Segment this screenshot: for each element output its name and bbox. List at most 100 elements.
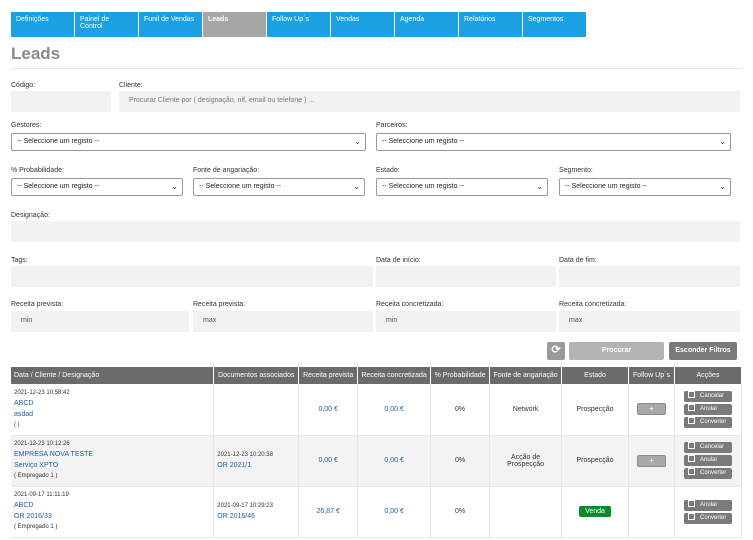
row-date: 2021-09-17 11:11:19 <box>14 492 69 498</box>
chevron-down-icon: ⌄ <box>354 137 361 146</box>
row-fonte <box>489 486 563 538</box>
col-header-documentos[interactable]: Documentos associados <box>213 367 300 384</box>
parceiros-value: -- Seleccione um registo -- <box>382 138 465 145</box>
col-header-fonte[interactable]: Fonte de angariação <box>489 367 563 384</box>
refresh-button[interactable]: ⟳ <box>547 342 565 360</box>
tab-definicoes[interactable]: Definições <box>11 12 75 37</box>
row-doc-date: 2021-09-17 10:29:23 <box>217 502 273 509</box>
receita-prevista-min-input[interactable]: min <box>11 311 189 332</box>
parceiros-select[interactable]: -- Seleccione um registo -- ⌄ <box>376 133 731 151</box>
row-receita-concretizada: 0,00 € <box>357 384 432 436</box>
tab-agenda[interactable]: Agenda <box>395 12 459 37</box>
fonte-select[interactable]: -- Seleccione um registo -- ⌄ <box>193 178 365 196</box>
row-extra: ( Empregado 1 ) <box>14 473 58 479</box>
codigo-input[interactable] <box>11 91 111 112</box>
row-client-link[interactable]: EMPRESA NOVA TESTE <box>14 449 210 460</box>
col-header-receita-concretizada[interactable]: Receita concretizada <box>357 367 432 384</box>
tab-funil-de-vendas[interactable]: Funil de Vendas <box>139 12 203 37</box>
row-probabilidade: 0% <box>430 486 491 538</box>
cancel-icon <box>687 390 695 398</box>
row-doc-link[interactable]: OR 2016/46 <box>217 511 295 522</box>
tab-relatorios[interactable]: Relatórios <box>459 12 523 37</box>
annul-icon <box>687 455 695 462</box>
annul-label: Anular <box>699 501 718 508</box>
search-button[interactable]: Procurar <box>569 342 664 360</box>
row-fonte: Network <box>489 384 563 436</box>
cliente-search-input[interactable]: Procurar Cliente por ( designação, nif, … <box>119 91 740 112</box>
row-followup-empty <box>628 486 675 538</box>
chevron-down-icon: ⌄ <box>536 182 543 191</box>
hide-filters-button[interactable]: Esconder Filtros <box>669 342 737 360</box>
segmento-label: Segmento: <box>559 167 593 174</box>
convert-button[interactable]: Converter <box>683 416 732 428</box>
chevron-down-icon: ⌄ <box>719 182 726 191</box>
gestores-label: Gestores: <box>11 122 42 129</box>
tab-vendas[interactable]: Vendas <box>331 12 395 37</box>
leads-table: Data / Cliente / Designação Documentos a… <box>11 367 743 538</box>
convert-label: Converter <box>699 470 727 476</box>
tab-painel-de-control[interactable]: Painel de Control <box>75 12 139 37</box>
col-header-accoes: Acções <box>674 367 743 384</box>
data-fim-input[interactable] <box>559 266 740 287</box>
estado-label: Estado: <box>376 167 400 174</box>
receita-concretizada-min-label: Receita concretizada: <box>376 301 444 308</box>
row-date: 2021-12-23 10:58:42 <box>14 389 70 396</box>
table-row: 2021-12-23 10:58:42 ABCD asdad ( ) 0,00 … <box>11 384 743 436</box>
row-estado: Prospecção <box>561 435 629 487</box>
row-receita-prevista: 0,00 € <box>298 384 359 436</box>
annul-icon <box>687 499 695 507</box>
convert-button[interactable]: Converter <box>683 468 732 479</box>
receita-prevista-max-input[interactable]: max <box>193 311 373 332</box>
convert-button[interactable]: Converter <box>683 512 732 524</box>
row-designation-link[interactable]: OR 2016/33 <box>14 511 210 522</box>
row-receita-concretizada: 0,00 € <box>357 486 432 538</box>
table-header-row: Data / Cliente / Designação Documentos a… <box>11 367 743 384</box>
cancel-button[interactable]: Cancelar <box>683 442 732 453</box>
segmento-select[interactable]: -- Seleccione um registo -- ⌄ <box>559 178 731 196</box>
tags-input[interactable] <box>11 266 373 287</box>
receita-concretizada-min-input[interactable]: min <box>376 311 556 332</box>
designacao-input[interactable] <box>11 221 740 242</box>
cliente-label: Cliente: <box>119 82 143 89</box>
row-client-link[interactable]: ABCD <box>14 500 210 511</box>
data-inicio-label: Data de início: <box>376 257 421 264</box>
cancel-icon <box>687 442 695 449</box>
row-fonte: Acção de Prospecção <box>489 435 563 487</box>
col-header-data-cliente[interactable]: Data / Cliente / Designação <box>11 367 215 384</box>
annul-label: Anular <box>699 405 718 412</box>
col-header-estado[interactable]: Estado <box>561 367 629 384</box>
row-estado: Prospecção <box>561 384 629 436</box>
row-client-link[interactable]: ABCD <box>14 398 210 409</box>
tab-leads[interactable]: Leads <box>203 12 267 37</box>
convert-icon <box>687 512 695 520</box>
add-followup-button[interactable]: + <box>636 454 666 467</box>
row-receita-concretizada: 0,00 € <box>357 435 432 487</box>
data-inicio-input[interactable] <box>376 266 556 287</box>
annul-button[interactable]: Anular <box>683 499 732 511</box>
probabilidade-select[interactable]: -- Seleccione um registo -- ⌄ <box>11 178 183 196</box>
tab-segmentos[interactable]: Segmentos <box>523 12 587 37</box>
convert-icon <box>687 468 695 475</box>
add-followup-button[interactable]: + <box>636 403 666 416</box>
gestores-select[interactable]: -- Seleccione um registo -- ⌄ <box>11 133 366 151</box>
row-doc-link[interactable]: OR 2021/1 <box>217 460 295 471</box>
col-header-receita-prevista[interactable]: Receita prevista <box>298 367 359 384</box>
page-title: Leads <box>11 44 61 63</box>
row-designation-link[interactable]: asdad <box>14 409 210 420</box>
tab-follow-ups[interactable]: Follow Up´s <box>267 12 331 37</box>
convert-label: Converter <box>699 418 727 425</box>
cancel-button[interactable]: Cancelar <box>683 390 732 402</box>
probabilidade-label: % Probabilidade: <box>11 167 64 174</box>
receita-concretizada-max-input[interactable]: max <box>559 311 740 332</box>
receita-prevista-max-label: Receita prevista: <box>193 301 246 308</box>
estado-select[interactable]: -- Seleccione um registo -- ⌄ <box>376 178 548 196</box>
table-row: 2021-09-17 11:11:19 ABCD OR 2016/33 ( Em… <box>11 486 743 538</box>
col-header-probabilidade[interactable]: % Probabilidade <box>430 367 491 384</box>
annul-button[interactable]: Anular <box>683 455 732 466</box>
row-designation-link[interactable]: Serviço XPTO <box>14 460 210 471</box>
annul-button[interactable]: Anular <box>683 403 732 415</box>
convert-label: Converter <box>699 514 727 521</box>
col-header-follow-ups[interactable]: Follow Up´s <box>628 367 675 384</box>
cancel-label: Cancelar <box>699 444 724 450</box>
chevron-down-icon: ⌄ <box>171 182 178 191</box>
